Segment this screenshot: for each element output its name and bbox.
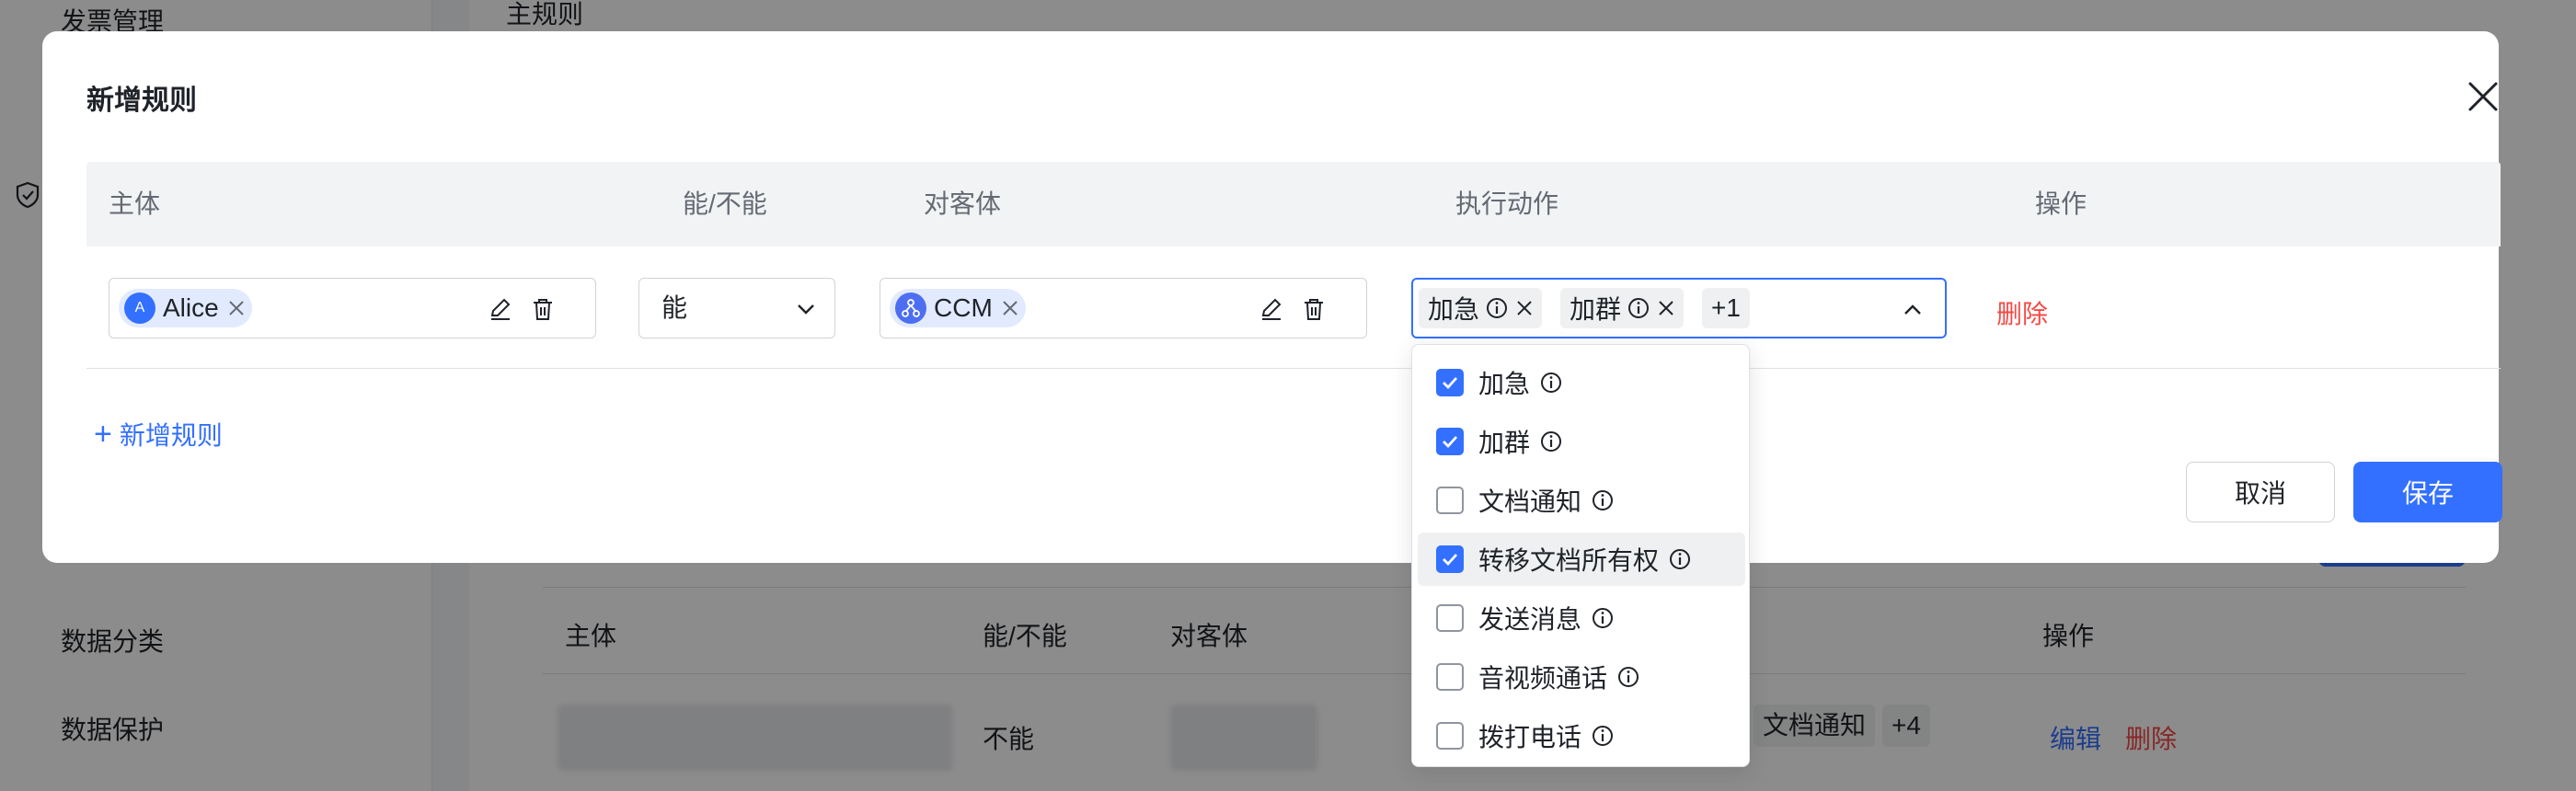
info-icon[interactable] [1591, 606, 1615, 630]
col-can: 能/不能 [683, 189, 767, 218]
delete-object-button[interactable] [1300, 295, 1328, 323]
option-send-message[interactable]: 发送消息 [1418, 591, 1745, 645]
org-structure-icon [902, 299, 920, 317]
cancel-button[interactable]: 取消 [2186, 462, 2335, 522]
chevron-down-icon [798, 304, 814, 315]
info-icon[interactable] [1668, 547, 1692, 571]
option-label: 拨打电话 [1478, 723, 1582, 751]
edit-object-button[interactable] [1258, 295, 1285, 323]
delete-rule-link[interactable]: 删除 [1996, 294, 2048, 331]
option-label: 加群 [1478, 429, 1531, 457]
subject-field[interactable]: A Alice [109, 278, 596, 338]
org-avatar [895, 292, 926, 324]
option-label: 加急 [1478, 370, 1531, 398]
add-rule-modal: 新增规则 主体 能/不能 对客体 执行动作 操作 A Alice 能 CCM 加… [42, 31, 2502, 563]
remove-object-button[interactable] [1002, 300, 1018, 316]
checkbox-checked[interactable] [1436, 545, 1464, 573]
checkbox-unchecked[interactable] [1436, 604, 1464, 632]
can-select[interactable]: 能 [638, 278, 835, 338]
col-object: 对客体 [924, 189, 1002, 218]
option-join-group[interactable]: 加群 [1418, 415, 1745, 468]
edit-subject-button[interactable] [487, 295, 514, 323]
action-more-tag: +1 [1702, 288, 1750, 328]
option-label: 转移文档所有权 [1478, 546, 1660, 575]
option-label: 发送消息 [1478, 605, 1582, 634]
chevron-up-icon [1904, 304, 1921, 315]
info-icon[interactable] [1539, 430, 1563, 453]
trash-icon [1305, 299, 1323, 320]
remove-subject-button[interactable] [228, 300, 245, 316]
checkbox-unchecked[interactable] [1436, 663, 1464, 691]
option-transfer-ownership[interactable]: 转移文档所有权 [1418, 533, 1745, 586]
info-icon[interactable] [1591, 724, 1615, 748]
remove-action-button[interactable] [1516, 300, 1533, 316]
object-field[interactable]: CCM [880, 278, 1367, 338]
remove-action-button[interactable] [1658, 300, 1674, 316]
action-more-count: +1 [1711, 293, 1741, 322]
object-name: CCM [934, 293, 993, 322]
option-label: 音视频通话 [1478, 664, 1608, 693]
option-av-call[interactable]: 音视频通话 [1418, 650, 1745, 704]
add-rule-label: 新增规则 [119, 421, 223, 450]
col-subject: 主体 [109, 189, 161, 218]
checkbox-checked[interactable] [1436, 428, 1464, 455]
check-icon [1443, 436, 1458, 449]
subject-chip: A Alice [119, 289, 252, 327]
info-icon[interactable] [1627, 296, 1650, 320]
checkbox-unchecked[interactable] [1436, 722, 1464, 750]
action-tag-label: 加群 [1570, 295, 1622, 324]
option-doc-notice[interactable]: 文档通知 [1418, 474, 1745, 527]
check-icon [1443, 554, 1458, 567]
action-tag: 加急 [1419, 288, 1543, 328]
pencil-icon [490, 298, 511, 320]
info-icon[interactable] [1591, 488, 1615, 512]
col-ops: 操作 [2035, 189, 2087, 218]
close-icon [1003, 301, 1018, 315]
option-phone-call[interactable]: 拨打电话 [1418, 709, 1745, 762]
rule-table-header: 主体 能/不能 对客体 执行动作 操作 [86, 162, 2501, 246]
close-icon [228, 301, 244, 315]
checkbox-checked[interactable] [1436, 369, 1464, 396]
plus-icon: + [94, 417, 112, 452]
modal-title: 新增规则 [86, 86, 197, 116]
action-tag: 加群 [1560, 288, 1685, 328]
can-select-value: 能 [661, 293, 688, 322]
close-icon [1659, 301, 1673, 315]
action-dropdown: 加急 加群 文档通知 转移文档所有权 发送消息 音视频通话 拨打电话 [1411, 344, 1750, 767]
action-multiselect[interactable]: 加急 加群 +1 [1411, 278, 1947, 338]
info-icon[interactable] [1539, 371, 1563, 395]
checkbox-unchecked[interactable] [1436, 487, 1464, 514]
option-label: 文档通知 [1478, 487, 1582, 516]
object-chip: CCM [890, 289, 1026, 327]
action-tag-label: 加急 [1428, 295, 1480, 324]
option-expedite[interactable]: 加急 [1418, 356, 1745, 409]
info-icon[interactable] [1616, 665, 1640, 689]
avatar: A [124, 292, 155, 324]
info-icon[interactable] [1485, 296, 1509, 320]
close-icon [2468, 82, 2498, 111]
add-rule-button[interactable]: + 新增规则 [94, 416, 223, 453]
col-action: 执行动作 [1455, 189, 1559, 218]
save-button[interactable]: 保存 [2353, 462, 2502, 522]
pencil-icon [1261, 298, 1282, 320]
row-divider [86, 368, 2501, 369]
check-icon [1443, 377, 1458, 390]
trash-icon [534, 299, 552, 320]
subject-name: Alice [163, 293, 219, 322]
delete-subject-button[interactable] [529, 295, 557, 323]
close-icon [1517, 301, 1532, 315]
close-button[interactable] [2462, 75, 2504, 118]
